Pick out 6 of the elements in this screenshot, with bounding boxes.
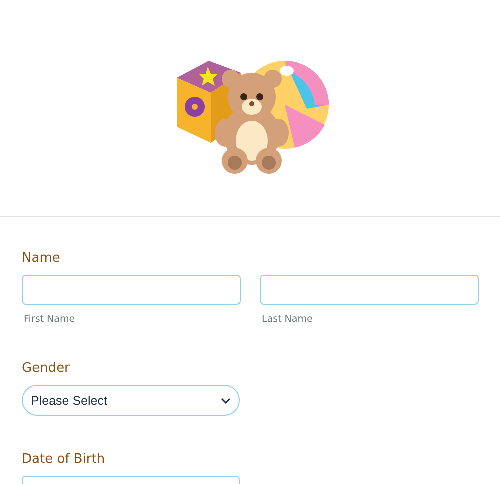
- field-sublabel: First Name: [24, 314, 76, 325]
- field-sublabel: Last Name: [262, 314, 314, 325]
- field-label: Date of Birth: [22, 452, 106, 467]
- field-label: Name: [22, 251, 60, 266]
- field-label: Gender: [22, 361, 70, 376]
- gender-dropdown[interactable]: Please Select: [22, 385, 240, 416]
